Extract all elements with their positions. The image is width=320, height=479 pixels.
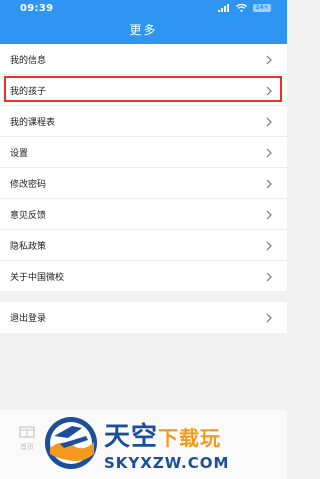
menu-item-label: 我的信息 [10, 56, 47, 66]
tab-home-label: 首页 [20, 443, 34, 451]
menu-item-change-password[interactable]: 修改密码 [0, 168, 287, 199]
watermark-title-accent: 下载玩 [158, 426, 222, 450]
menu-item-my-info[interactable]: 我的信息 [0, 44, 287, 75]
chevron-right-icon [266, 86, 272, 96]
watermark-url: SKYXZW.COM [104, 454, 230, 472]
menu-item-label: 意见反馈 [10, 211, 47, 221]
menu-item-privacy-policy[interactable]: 隐私政策 [0, 230, 287, 261]
menu-item-label: 我的孩子 [10, 87, 47, 97]
nav-bar: 更多 [0, 17, 287, 44]
page-title: 更多 [129, 23, 158, 37]
status-time: 09:39 [20, 3, 54, 14]
watermark-title: 天空下载玩 [104, 416, 221, 453]
watermark: 天空下载玩 SKYXZW.COM [42, 414, 287, 479]
menu-item-my-children[interactable]: 我的孩子 [0, 75, 287, 106]
chevron-right-icon [266, 313, 272, 323]
menu-item-my-schedule[interactable]: 我的课程表 [0, 106, 287, 137]
menu-item-settings[interactable]: 设置 [0, 137, 287, 168]
tab-home[interactable]: 首页 [14, 418, 40, 458]
chevron-right-icon [266, 241, 272, 251]
status-icons: 24+ [212, 4, 271, 12]
chevron-right-icon [266, 55, 272, 65]
status-bar: 09:39 24+ [0, 0, 287, 17]
chevron-right-icon [266, 179, 272, 189]
wifi-icon [236, 4, 247, 12]
chevron-right-icon [266, 148, 272, 158]
watermark-title-main: 天空 [104, 422, 159, 452]
chevron-right-icon [266, 117, 272, 127]
chevron-right-icon [266, 210, 272, 220]
chevron-right-icon [266, 272, 272, 282]
logout-label: 退出登录 [10, 314, 47, 324]
signal-icon [218, 4, 230, 12]
home-icon [19, 426, 35, 438]
menu-item-about[interactable]: 关于中国微校 [0, 261, 287, 292]
menu-item-label: 关于中国微校 [10, 273, 65, 283]
menu-item-label: 我的课程表 [10, 118, 56, 128]
menu-list: 我的信息 我的孩子 我的课程表 设置 修改密码 意见反馈 隐私政策 关于中国微校 [0, 44, 287, 291]
menu-item-label: 设置 [10, 149, 29, 159]
menu-item-feedback[interactable]: 意见反馈 [0, 199, 287, 230]
watermark-logo [45, 417, 97, 469]
battery-icon: 24+ [253, 4, 271, 12]
logout-button[interactable]: 退出登录 [0, 302, 287, 333]
menu-item-label: 隐私政策 [10, 242, 47, 252]
menu-item-label: 修改密码 [10, 180, 47, 190]
battery-level: 24+ [253, 4, 271, 12]
